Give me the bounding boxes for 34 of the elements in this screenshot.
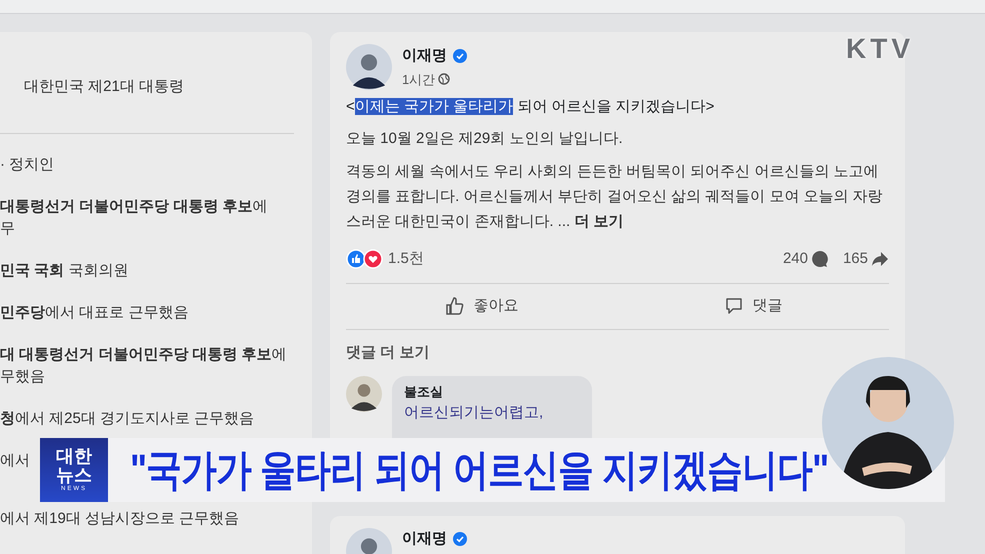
more-comments-link[interactable]: 댓글 더 보기 xyxy=(346,342,430,364)
post-headline: <이제는 국가가 울타리가 되어 어르신을 지키겠습니다> xyxy=(346,97,716,117)
channel-logo: KTV xyxy=(846,32,914,66)
reactions-icon xyxy=(346,249,384,270)
post-paragraph: 격동의 세월 속에서도 우리 사회의 든든한 버팀목이 되어주신 어르신들의 노고에 경의를 표합니다. 어르신들께서 부단히 걸어오신 삶의 궤적들이 모여 오늘의 자랑스러운 대한민국이 존재합니다. ... 더 보기 xyxy=(346,162,884,232)
speech-bubble-icon xyxy=(724,296,744,316)
intro-item: · 정치인 xyxy=(0,154,54,174)
intro-item: 민주당에서 대표로 근무했음 xyxy=(0,302,188,322)
intro-item: 에서 xyxy=(0,450,30,470)
comment-count[interactable]: 240 xyxy=(782,248,808,270)
thumbs-up-icon xyxy=(445,296,466,316)
globe-icon xyxy=(438,73,450,86)
commenter-name[interactable]: 불조실 xyxy=(404,382,580,402)
intro-item: 대통령선거 더불어민주당 대통령 후보에 무 xyxy=(0,196,268,238)
see-more-link[interactable]: 더 보기 xyxy=(574,213,624,230)
intro-item: 민국 국회 국회의원 xyxy=(0,260,128,280)
author-name[interactable]: 이재명 xyxy=(402,528,447,550)
like-button[interactable]: 좋아요 xyxy=(346,284,618,328)
avatar-icon xyxy=(346,376,382,412)
post-time: 1시간 xyxy=(402,70,436,88)
comment-text: 어르신되기는어렵고, xyxy=(404,402,544,422)
panel-title: 대한민국 제21대 대통령 xyxy=(0,76,294,134)
share-arrow-icon xyxy=(871,251,889,268)
caption-text: "국가가 울타리 되어 어르신을 지키겠습니다" xyxy=(130,444,828,496)
intro-item: 에서 제19대 성남시장으로 근무했음 xyxy=(0,508,240,528)
intro-item: 대 대통령선거 더불어민주당 대통령 후보에 무했음 xyxy=(0,344,287,386)
comment-button[interactable]: 댓글 xyxy=(618,284,889,328)
avatar-icon xyxy=(346,44,392,90)
speech-bubble-icon xyxy=(810,250,829,268)
share-count[interactable]: 165 xyxy=(842,248,868,270)
author-name[interactable]: 이재명 xyxy=(402,45,447,68)
reaction-count[interactable]: 1.5천 xyxy=(388,248,424,270)
post-paragraph: 오늘 10월 2일은 제29회 노인의 날입니다. xyxy=(346,129,624,149)
intro-item: 청에서 제25대 경기도지사로 근무했음 xyxy=(0,408,254,428)
